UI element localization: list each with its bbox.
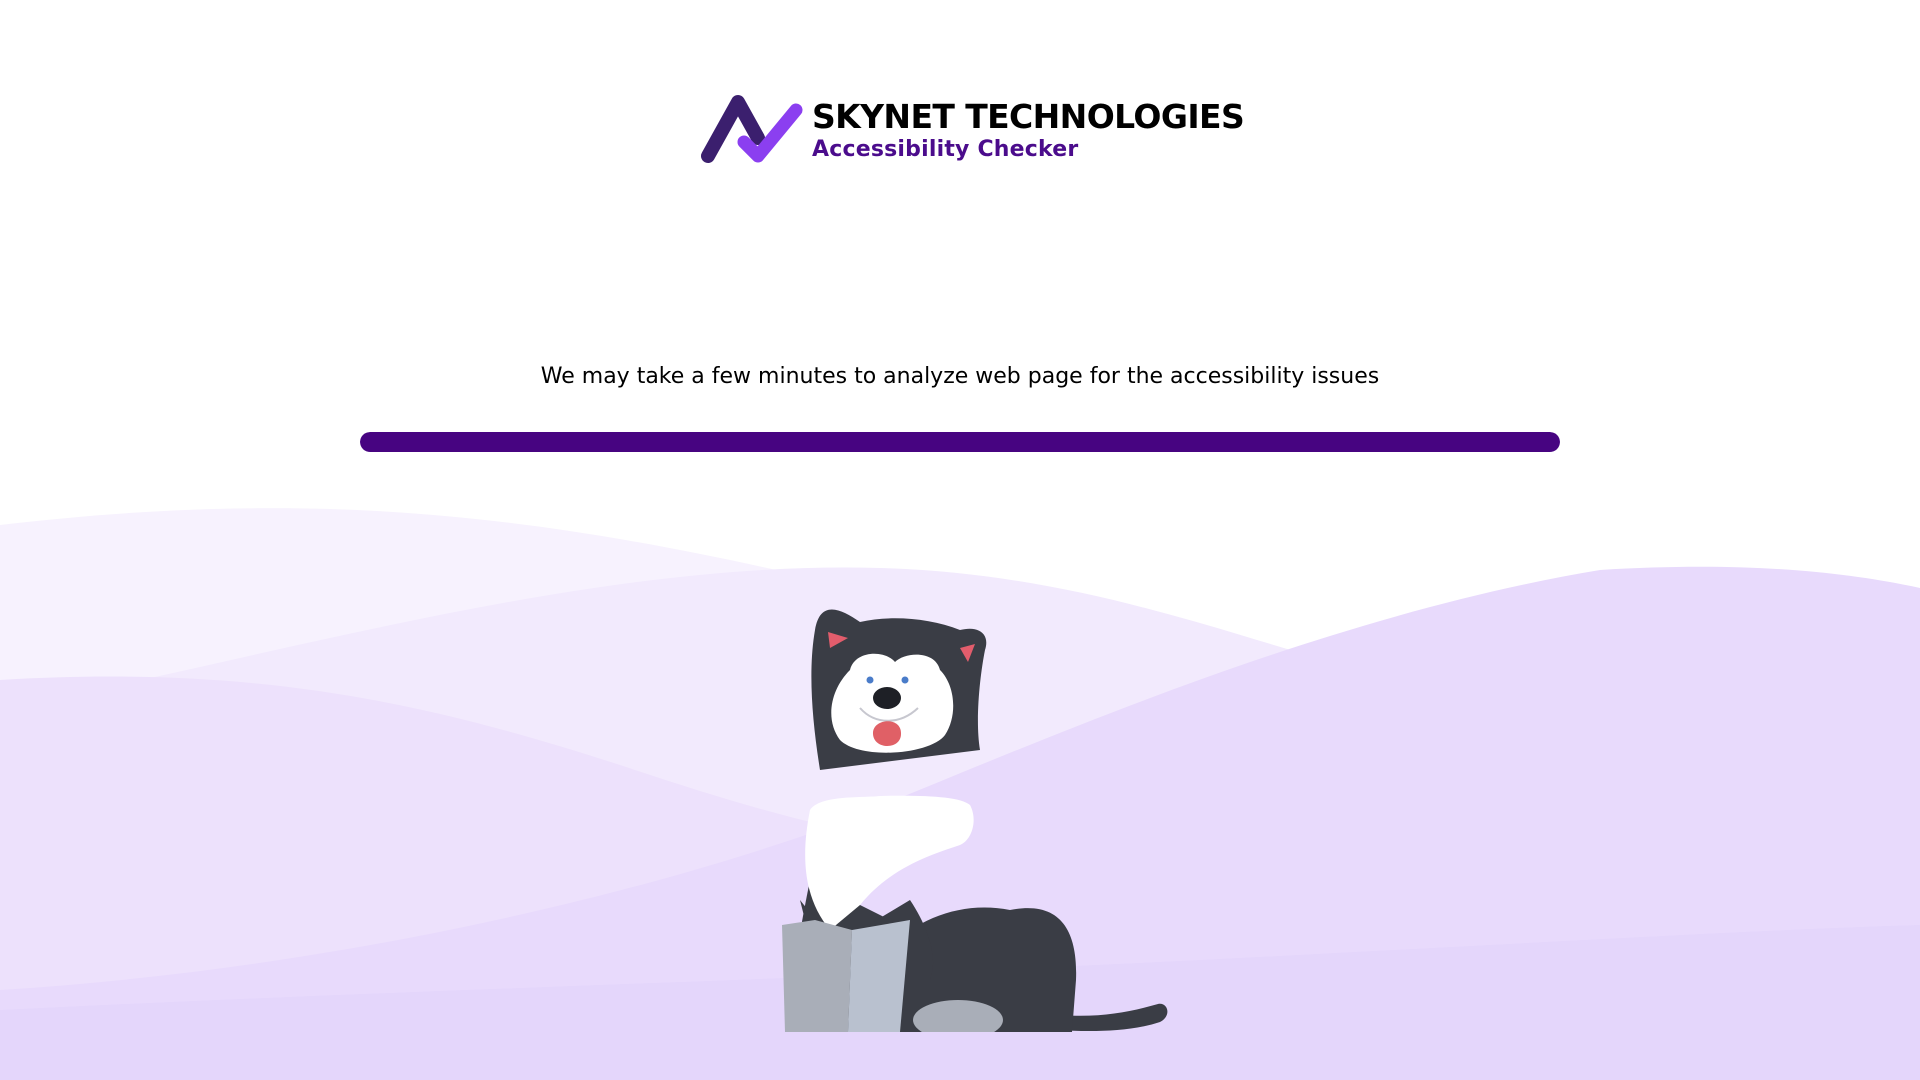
progress-bar	[360, 432, 1560, 452]
brand-header: SKYNET TECHNOLOGIES Accessibility Checke…	[700, 86, 1245, 176]
product-name: Accessibility Checker	[812, 137, 1079, 162]
page: SKYNET TECHNOLOGIES Accessibility Checke…	[0, 0, 1920, 1080]
brand-name: SKYNET TECHNOLOGIES	[812, 97, 1245, 136]
logo-icon	[701, 95, 803, 163]
husky-dog-illustration	[782, 609, 1168, 1032]
progress-fill	[360, 432, 1560, 452]
brand-text: SKYNET TECHNOLOGIES Accessibility Checke…	[812, 97, 1245, 164]
status-message: We may take a few minutes to analyze web…	[540, 364, 1380, 389]
